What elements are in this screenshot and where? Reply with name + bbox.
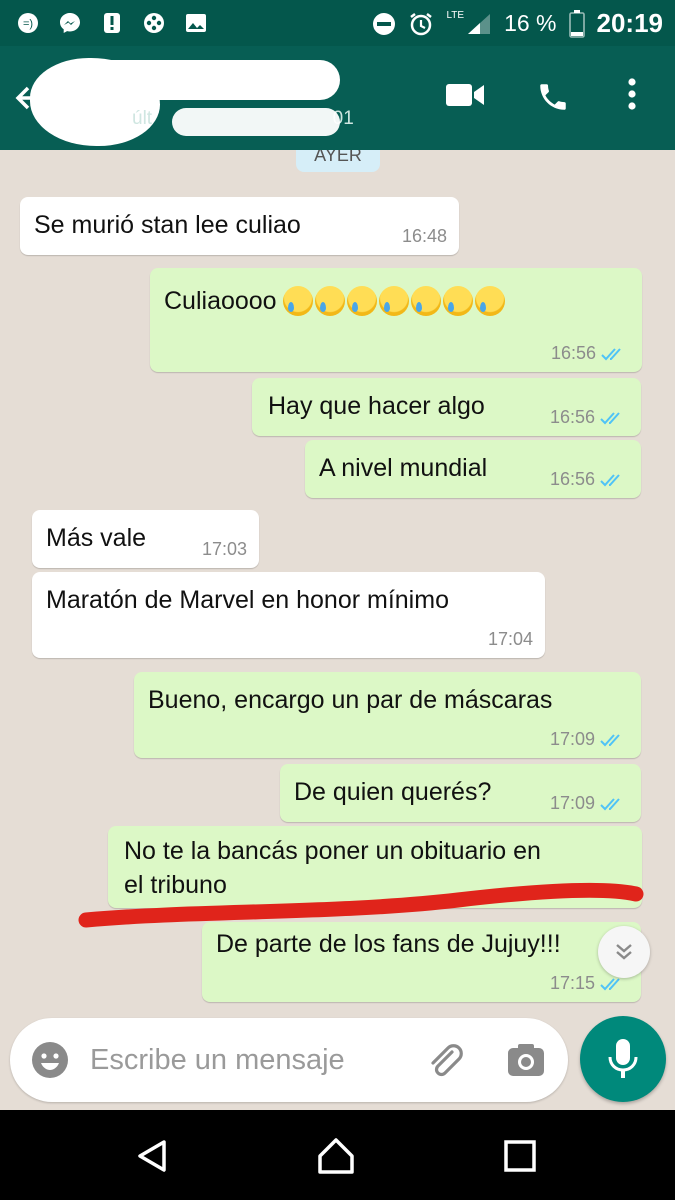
message-time: 17:15 <box>549 973 595 993</box>
message-outgoing[interactable]: Culiaoooo 16:56 <box>150 268 642 372</box>
overflow-menu-icon[interactable] <box>626 76 638 112</box>
message-text: Se murió stan lee culiao <box>34 211 301 239</box>
do-not-disturb-icon <box>373 12 396 35</box>
chat-header: últ 01 <box>0 46 675 150</box>
message-text: A nivel mundial <box>319 454 488 482</box>
message-text: De quien querés? <box>294 778 492 806</box>
crying-face-icon <box>346 286 377 316</box>
battery-icon <box>568 9 585 38</box>
system-status: LTE 16 % 20:19 <box>372 8 663 39</box>
message-time: 17:04 <box>487 629 533 649</box>
contact-name-redacted[interactable] <box>80 60 340 100</box>
svg-text:=): =) <box>23 18 33 30</box>
read-ticks-icon <box>601 347 621 360</box>
message-time: 16:56 <box>549 469 595 489</box>
chat-notification-icon: =) <box>14 9 42 37</box>
last-seen-fragment-1: últ <box>132 108 153 129</box>
attach-icon[interactable] <box>422 1038 466 1082</box>
message-text: Bueno, encargo un par de máscaras <box>148 686 553 714</box>
message-text: Maratón de Marvel en honor mínimo <box>46 586 449 614</box>
message-time: 17:03 <box>201 539 247 559</box>
message-outgoing[interactable]: A nivel mundial 16:56 <box>305 440 641 498</box>
message-composer <box>10 1018 568 1102</box>
mic-button[interactable] <box>580 1016 666 1102</box>
signal-indicator: LTE <box>446 10 492 36</box>
message-text: Culiaoooo <box>164 286 277 315</box>
crying-face-icon <box>410 286 441 316</box>
message-meta: 16:56 <box>550 469 629 490</box>
read-ticks-icon <box>600 473 620 486</box>
message-outgoing[interactable]: De quien querés? 17:09 <box>280 764 641 822</box>
message-text: Hay que hacer algo <box>268 392 485 420</box>
notification-icons: =) <box>14 9 210 37</box>
red-underline-annotation <box>78 882 644 928</box>
message-meta: 17:09 <box>550 729 629 750</box>
crying-face-icon <box>314 286 345 316</box>
message-incoming[interactable]: Se murió stan lee culiao 16:48 <box>20 197 459 255</box>
crying-face-icon <box>474 286 505 316</box>
read-ticks-icon <box>600 733 620 746</box>
double-chevron-down-icon <box>616 944 632 960</box>
crying-emoji-group <box>281 286 505 316</box>
messenger-icon <box>56 9 84 37</box>
message-content: Culiaoooo <box>164 286 505 316</box>
phone-call-icon[interactable] <box>536 80 570 114</box>
image-icon <box>182 9 210 37</box>
message-time: 16:56 <box>550 343 596 363</box>
status-bar: =) LTE 16 % 20:19 <box>0 0 675 46</box>
crying-face-icon <box>378 286 409 316</box>
crying-face-icon <box>442 286 473 316</box>
message-meta: 16:56 <box>550 407 629 428</box>
video-call-icon[interactable] <box>444 80 486 110</box>
alert-icon <box>98 9 126 37</box>
read-ticks-icon <box>600 797 620 810</box>
date-divider: AYER <box>296 150 380 172</box>
message-input[interactable] <box>90 1034 420 1086</box>
microphone-icon <box>608 1039 638 1078</box>
message-outgoing[interactable]: Hay que hacer algo 16:56 <box>252 378 641 436</box>
message-line-1: No te la bancás poner un obituario en <box>124 837 541 865</box>
battery-percent: 16 % <box>504 10 557 36</box>
crying-face-icon <box>282 286 313 316</box>
message-time: 16:56 <box>549 407 595 427</box>
camera-icon[interactable] <box>504 1038 548 1082</box>
scroll-down-button[interactable] <box>598 926 650 978</box>
nav-home-icon[interactable] <box>316 1136 356 1176</box>
alarm-icon <box>410 12 433 35</box>
message-time: 17:09 <box>549 729 595 749</box>
film-icon <box>140 9 168 37</box>
message-outgoing[interactable]: Bueno, encargo un par de máscaras 17:09 <box>134 672 641 758</box>
signal-icon <box>468 13 491 34</box>
nav-back-icon[interactable] <box>132 1136 172 1176</box>
message-meta: 16:56 <box>551 343 630 364</box>
message-incoming[interactable]: Más vale 17:03 <box>32 510 259 568</box>
message-time: 17:09 <box>549 793 595 813</box>
message-text: Más vale <box>46 524 147 552</box>
read-ticks-icon <box>600 411 620 424</box>
lte-label: LTE <box>446 10 465 21</box>
message-incoming[interactable]: Maratón de Marvel en honor mínimo 17:04 <box>32 572 545 658</box>
emoji-icon[interactable] <box>28 1038 72 1082</box>
clock: 20:19 <box>596 8 664 38</box>
message-meta: 17:09 <box>550 793 629 814</box>
message-time: 16:48 <box>401 226 447 246</box>
status-redaction <box>172 108 340 136</box>
nav-recents-icon[interactable] <box>500 1136 540 1176</box>
android-nav-bar <box>0 1110 675 1200</box>
